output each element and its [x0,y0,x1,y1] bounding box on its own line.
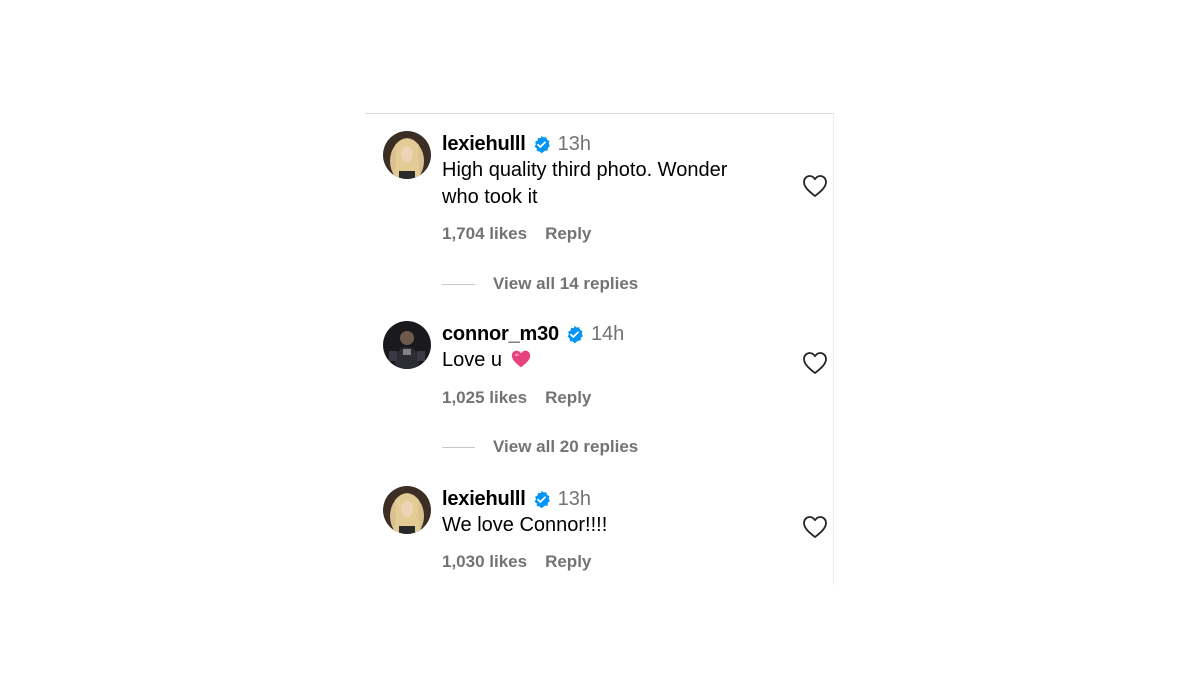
view-replies-label: View all 20 replies [493,437,639,456]
view-replies-button[interactable]: View all 14 replies [442,274,638,294]
comment-text: Love u [442,347,762,377]
like-heart-icon[interactable] [802,174,828,198]
comment-body: lexiehulll 13h High quality third photo.… [442,131,762,244]
view-replies-button[interactable]: View all 20 replies [442,437,638,457]
username[interactable]: lexiehulll [442,488,526,511]
comment-timestamp: 13h [557,132,591,155]
replies-divider [442,446,475,448]
comment-header: lexiehulll 13h [442,486,762,512]
reply-button[interactable]: Reply [545,388,591,408]
comment-timestamp: 14h [590,322,625,345]
comment-actions: 1,704 likes Reply [442,224,591,244]
like-heart-icon[interactable] [802,351,828,375]
comment-text: We love Connor!!!! [442,514,608,536]
verified-badge-icon [565,325,584,344]
comment-actions: 1,025 likes Reply [442,388,591,408]
username[interactable]: connor_m30 [442,323,559,346]
comment-body: lexiehulll 13h We love Connor!!!! 1,030 … [442,486,762,572]
reply-button[interactable]: Reply [545,224,591,244]
verified-badge-icon [532,490,551,509]
likes-count[interactable]: 1,030 likes [442,552,527,572]
comment-item: lexiehulll 13h We love Connor!!!! 1,030 … [383,486,827,606]
comment-body: connor_m30 14h Love u 1,025 likes Reply [442,321,762,408]
comment-timestamp: 13h [557,487,591,510]
comment-text-content: Love u [442,349,503,371]
comments-panel: lexiehulll 13h High quality third photo.… [365,113,834,585]
reply-button[interactable]: Reply [545,552,591,572]
avatar[interactable] [383,486,431,534]
username[interactable]: lexiehulll [442,133,526,156]
comment-header: lexiehulll 13h [442,131,762,157]
avatar[interactable] [383,321,431,369]
comment-item: connor_m30 14h Love u 1,025 likes Reply [383,321,827,441]
likes-count[interactable]: 1,025 likes [442,388,527,408]
like-heart-icon[interactable] [802,515,828,539]
replies-divider [442,283,475,285]
verified-badge-icon [532,135,551,154]
likes-count[interactable]: 1,704 likes [442,224,527,244]
comment-item: lexiehulll 13h High quality third photo.… [383,131,827,251]
avatar[interactable] [383,131,431,179]
comment-actions: 1,030 likes Reply [442,552,591,572]
pink-heart-emoji-icon [510,349,532,377]
comment-text: High quality third photo. Wonder who too… [442,159,728,208]
view-replies-label: View all 14 replies [493,274,639,293]
comment-header: connor_m30 14h [442,321,762,347]
